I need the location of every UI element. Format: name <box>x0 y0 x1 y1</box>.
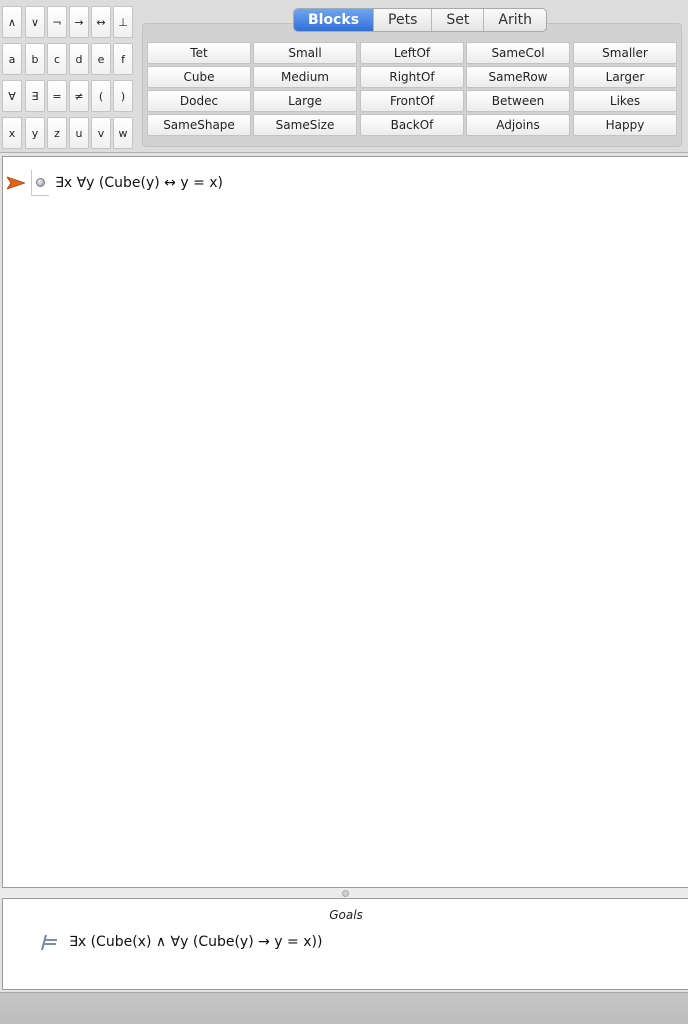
predicate-between-button[interactable]: Between <box>466 90 570 112</box>
divider-handle-icon[interactable] <box>342 890 349 897</box>
name-b-key[interactable]: b <box>25 43 45 75</box>
variable-z-key[interactable]: z <box>47 117 67 149</box>
arrow-pointer-icon <box>7 176 25 190</box>
symbol-or-key[interactable]: ∨ <box>25 6 45 38</box>
symbol-forall-key[interactable]: ∀ <box>2 80 22 112</box>
predicate-small-button[interactable]: Small <box>253 42 357 64</box>
predicate-cube-button[interactable]: Cube <box>147 66 251 88</box>
predicate-tet-button[interactable]: Tet <box>147 42 251 64</box>
symbol-iff-key[interactable]: ↔ <box>91 6 111 38</box>
predicate-medium-button[interactable]: Medium <box>253 66 357 88</box>
symbol-bottom-key[interactable]: ⊥ <box>113 6 133 38</box>
goal-item[interactable]: ∃x (Cube(x) ∧ ∀y (Cube(y) → y = x)) <box>37 933 322 951</box>
predicate-samesize-button[interactable]: SameSize <box>253 114 357 136</box>
symbol-implies-key[interactable]: → <box>69 6 89 38</box>
predicate-dodec-button[interactable]: Dodec <box>147 90 251 112</box>
variable-y-key[interactable]: y <box>25 117 45 149</box>
tab-blocks[interactable]: Blocks <box>294 9 375 31</box>
predicate-smaller-button[interactable]: Smaller <box>573 42 677 64</box>
symbol-exists-key[interactable]: ∃ <box>25 80 45 112</box>
symbol-equals-key[interactable]: = <box>47 80 67 112</box>
symbol-rparen-key[interactable]: ) <box>113 80 133 112</box>
goals-title: Goals <box>329 908 363 922</box>
predicate-samerow-button[interactable]: SameRow <box>466 66 570 88</box>
sentence-row[interactable]: ∃x ∀y (Cube(y) ↔ y = x) <box>7 170 223 196</box>
symbol-notequal-key[interactable]: ≠ <box>69 80 89 112</box>
predicate-leftof-button[interactable]: LeftOf <box>360 42 464 64</box>
tab-arith[interactable]: Arith <box>484 9 546 31</box>
predicate-sameshape-button[interactable]: SameShape <box>147 114 251 136</box>
tab-pets[interactable]: Pets <box>374 9 433 31</box>
name-d-key[interactable]: d <box>69 43 89 75</box>
name-c-key[interactable]: c <box>47 43 67 75</box>
symbol-and-key[interactable]: ∧ <box>2 6 22 38</box>
variable-v-key[interactable]: v <box>91 117 111 149</box>
name-a-key[interactable]: a <box>2 43 22 75</box>
predicate-adjoins-button[interactable]: Adjoins <box>466 114 570 136</box>
goals-pane: Goals ∃x (Cube(x) ∧ ∀y (Cube(y) → y = x)… <box>2 898 688 990</box>
variable-u-key[interactable]: u <box>69 117 89 149</box>
sentence-editor[interactable]: ∃x ∀y (Cube(y) ↔ y = x) <box>2 156 688 888</box>
split-divider[interactable] <box>0 888 688 898</box>
predicate-backof-button[interactable]: BackOf <box>360 114 464 136</box>
variable-w-key[interactable]: w <box>113 117 133 149</box>
name-f-key[interactable]: f <box>113 43 133 75</box>
tab-set[interactable]: Set <box>432 9 485 31</box>
symbol-toolbar: ∧ ∨ ¬ → ↔ ⊥ a b c d e f ∀ ∃ = ≠ ( ) x y … <box>0 0 688 153</box>
predicate-frontof-button[interactable]: FrontOf <box>360 90 464 112</box>
goal-text: ∃x (Cube(x) ∧ ∀y (Cube(y) → y = x)) <box>69 934 323 950</box>
predicate-large-button[interactable]: Large <box>253 90 357 112</box>
variable-x-key[interactable]: x <box>2 117 22 149</box>
name-e-key[interactable]: e <box>91 43 111 75</box>
predicate-larger-button[interactable]: Larger <box>573 66 677 88</box>
symbol-lparen-key[interactable]: ( <box>91 80 111 112</box>
sentence-status-gutter <box>31 170 49 196</box>
predicate-rightof-button[interactable]: RightOf <box>360 66 464 88</box>
gray-dot-icon <box>36 178 45 187</box>
predicate-happy-button[interactable]: Happy <box>573 114 677 136</box>
turnstile-icon <box>40 934 57 951</box>
status-bar <box>0 992 688 1024</box>
predicate-likes-button[interactable]: Likes <box>573 90 677 112</box>
sentence-text[interactable]: ∃x ∀y (Cube(y) ↔ y = x) <box>55 175 223 191</box>
symbol-not-key[interactable]: ¬ <box>47 6 67 38</box>
language-tabs: Blocks Pets Set Arith <box>293 8 547 32</box>
predicate-samecol-button[interactable]: SameCol <box>466 42 570 64</box>
